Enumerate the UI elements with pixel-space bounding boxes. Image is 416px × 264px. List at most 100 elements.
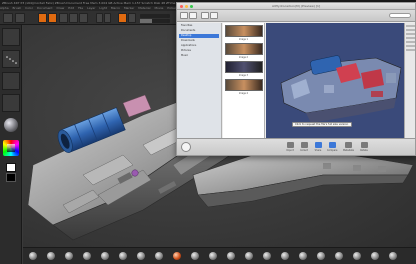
brush-sphere-icon[interactable]	[101, 252, 109, 260]
share-label: Share	[314, 149, 322, 152]
zadd-button[interactable]	[118, 13, 127, 23]
menu-item[interactable]: Picker	[167, 6, 176, 10]
collect-button[interactable]: Collect	[299, 142, 309, 152]
move-mode-button[interactable]	[59, 13, 68, 23]
brush-sphere-icon[interactable]	[83, 252, 91, 260]
brush-sphere-icon[interactable]	[299, 252, 307, 260]
forward-button[interactable]	[189, 12, 197, 19]
info-line	[406, 37, 415, 39]
list-item-label: Image 2	[239, 56, 248, 59]
brush-sphere-icon[interactable]	[227, 252, 235, 260]
lightbox-button[interactable]	[3, 13, 13, 23]
brush-sphere-icon[interactable]	[119, 252, 127, 260]
import-button[interactable]: Import	[285, 142, 295, 152]
brush-sphere-icon[interactable]	[155, 252, 163, 260]
info-line	[406, 45, 415, 47]
brush-sphere-icon[interactable]	[389, 252, 397, 260]
view-list-button[interactable]	[210, 12, 218, 19]
menu-item[interactable]: Layer	[87, 6, 95, 10]
draw-mode-button[interactable]	[48, 13, 57, 23]
brush-sphere-icon[interactable]	[317, 252, 325, 260]
menu-item[interactable]: File	[78, 6, 83, 10]
menu-item[interactable]: Macro	[111, 6, 120, 10]
brush-sphere-icon[interactable]	[209, 252, 217, 260]
menu-item[interactable]: Alpha	[0, 6, 9, 10]
info-line	[406, 49, 415, 51]
brush-sphere-icon[interactable]	[29, 252, 37, 260]
rgb-button[interactable]	[104, 13, 111, 23]
brush-sphere-icon[interactable]	[245, 252, 253, 260]
menu-item[interactable]: Document	[37, 6, 53, 10]
search-input[interactable]	[389, 13, 411, 18]
sidebar-item[interactable]: Favorites	[179, 24, 219, 28]
brush-sphere-icon[interactable]	[263, 252, 271, 260]
list-item[interactable]: Image 4	[223, 79, 264, 95]
brush-sphere-icon[interactable]	[353, 252, 361, 260]
brush-sphere-icon[interactable]	[65, 252, 73, 260]
stroke-thumbnail[interactable]	[2, 50, 20, 68]
sidebar-item[interactable]: Applications	[179, 44, 219, 48]
sidebar-item[interactable]: Pictures	[179, 49, 219, 53]
menu-item[interactable]: Color	[25, 6, 33, 10]
back-button[interactable]	[180, 12, 188, 19]
desktop-screen: ZBrush 4R7 P3 (x64)(Cordell Felix) ZBrus…	[0, 0, 416, 264]
sidebar-item[interactable]: Documents	[179, 29, 219, 33]
collect-label: Collect	[300, 149, 308, 152]
dots-stroke-icon	[6, 56, 17, 64]
quick-sketch-button[interactable]	[15, 13, 25, 23]
draw-size-slider[interactable]	[140, 19, 170, 23]
list-item[interactable]: Image 3	[223, 61, 264, 77]
sidebar-item[interactable]: Music	[179, 54, 219, 58]
list-item-label: Image 1	[239, 38, 248, 41]
alpha-thumbnail[interactable]	[2, 72, 20, 90]
list-item[interactable]: Image 2	[223, 43, 264, 59]
brush-bar	[23, 247, 416, 264]
brush-sphere-icon[interactable]	[335, 252, 343, 260]
import-label: Import	[286, 149, 294, 152]
scale-mode-button[interactable]	[69, 13, 78, 23]
metadata-button[interactable]: Metadata	[343, 142, 354, 152]
menu-item[interactable]: Marker	[124, 6, 134, 10]
brush-sphere-icon[interactable]	[281, 252, 289, 260]
view-icons-button[interactable]	[201, 12, 209, 19]
share-button[interactable]: Share	[313, 142, 323, 152]
rotate-mode-button[interactable]	[79, 13, 88, 23]
mrgb-button[interactable]	[96, 13, 103, 23]
menu-item[interactable]: Brush	[13, 6, 22, 10]
focal-shift-slider[interactable]	[140, 14, 170, 18]
edit-mode-button[interactable]	[38, 13, 47, 23]
brush-sphere-icon[interactable]	[371, 252, 379, 260]
texture-thumbnail[interactable]	[2, 94, 20, 112]
brush-thumbnail[interactable]	[2, 28, 20, 46]
main-color-swatch[interactable]	[6, 163, 16, 172]
menu-item[interactable]: Material	[138, 6, 150, 10]
brush-sphere-icon[interactable]	[137, 252, 145, 260]
rotate-button[interactable]: Rotate	[359, 142, 369, 152]
left-tray	[0, 25, 22, 264]
share-icon	[314, 142, 322, 148]
compare-label: Compare	[327, 149, 338, 152]
list-thumbnail	[225, 43, 263, 55]
list-item[interactable]: Image 1	[223, 25, 264, 41]
metadata-icon	[344, 142, 352, 148]
collect-icon	[300, 142, 308, 148]
sidebar-item[interactable]: Downloads	[179, 39, 219, 43]
material-sphere-icon[interactable]	[4, 118, 18, 132]
info-line	[406, 33, 415, 35]
options-button[interactable]	[181, 142, 191, 152]
window-titlebar[interactable]: AllHydrocarbon(M) (Preview) [1]	[177, 3, 415, 10]
menu-item[interactable]: Movie	[154, 6, 163, 10]
brush-sphere-icon[interactable]	[173, 252, 181, 260]
color-picker[interactable]	[3, 140, 19, 156]
secondary-color-swatch[interactable]	[6, 173, 16, 182]
menu-item[interactable]: Light	[99, 6, 107, 10]
zsub-button[interactable]	[128, 13, 136, 23]
menu-item[interactable]: Edit	[68, 6, 74, 10]
preview-pane[interactable]	[266, 23, 415, 138]
rotate-label: Rotate	[360, 149, 368, 152]
menu-item[interactable]: Draw	[56, 6, 64, 10]
sidebar-item-selected[interactable]: Desktop	[179, 34, 219, 38]
brush-sphere-icon[interactable]	[47, 252, 55, 260]
brush-sphere-icon[interactable]	[191, 252, 199, 260]
compare-button[interactable]: Compare	[327, 142, 338, 152]
